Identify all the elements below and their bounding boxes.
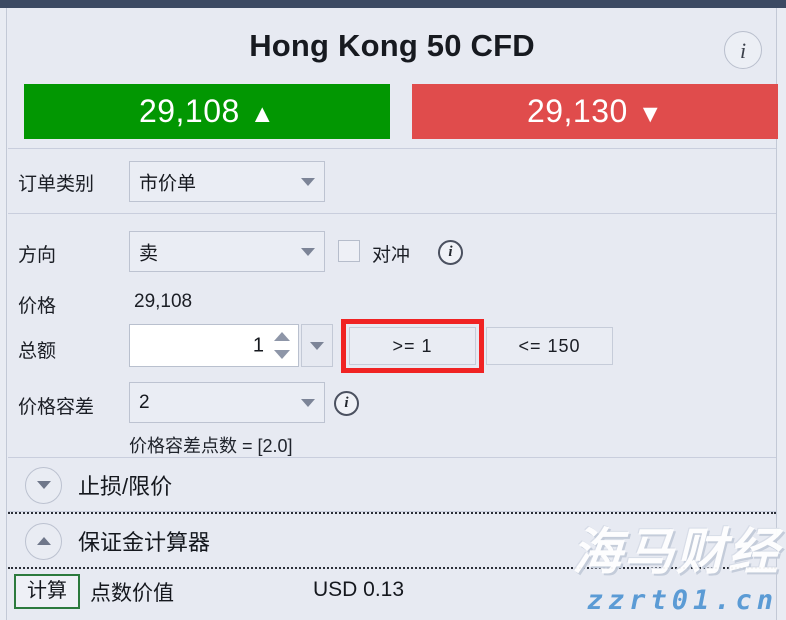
tolerance-label: 价格容差 [18,397,95,418]
stepper-up-icon[interactable] [274,332,290,341]
stepper-down-icon[interactable] [274,350,290,359]
direction-value: 卖 [139,243,159,264]
amount-dropdown-button[interactable] [301,324,333,367]
tolerance-note: 价格容差点数 = [2.0] [129,436,293,456]
order-panel: Hong Kong 50 CFD i 29,108 ▲ 29,130 ▼ 订单类别 … [8,8,778,620]
window-titlebar [0,0,786,8]
amount-value: 1 [252,334,264,356]
tolerance-info-icon[interactable]: i [334,391,359,416]
amount-min-button[interactable]: >= 1 [349,327,476,365]
chevron-down-icon [301,247,315,256]
arrow-down-icon: ▼ [637,100,664,128]
bid-price-button[interactable]: 29,108 ▲ [24,84,390,139]
point-value-amount: USD 0.13 [313,578,405,601]
margin-calculator-label: 保证金计算器 [78,529,211,555]
price-value: 29,108 [134,291,193,312]
order-type-section: 订单类别 市价单 [8,149,776,214]
point-value-row: 计算 点数价值 USD 0.13 [8,569,776,619]
chevron-down-icon [36,481,51,489]
point-value-label: 点数价值 [90,582,174,605]
ask-price-button[interactable]: 29,130 ▼ [412,84,778,139]
chevron-down-icon [301,177,315,186]
tolerance-select[interactable]: 2 [129,382,325,423]
hedge-checkbox[interactable] [338,240,360,262]
chevron-down-icon [310,341,324,350]
hedge-info-icon[interactable]: i [438,240,463,265]
order-type-select[interactable]: 市价单 [129,161,325,202]
margin-calculator-section[interactable]: 保证金计算器 [8,512,776,569]
ask-price-value: 29,130 [526,93,628,129]
arrow-up-icon: ▲ [249,100,276,128]
order-type-label: 订单类别 [18,174,95,195]
chevron-down-icon [301,398,315,407]
instrument-info-icon[interactable]: i [724,31,762,69]
direction-label: 方向 [18,245,57,266]
calculate-button[interactable]: 计算 [14,574,80,609]
bid-price-value: 29,108 [138,93,240,129]
amount-input[interactable]: 1 [129,324,299,367]
instrument-header: Hong Kong 50 CFD i 29,108 ▲ 29,130 ▼ [8,8,778,149]
amount-max-button[interactable]: <= 150 [486,327,613,365]
order-details-section: 方向 卖 对冲 i 价格 29,108 总额 1 >= 1 <= 150 价格容… [8,214,776,458]
trade-ticket-window: Hong Kong 50 CFD i 29,108 ▲ 29,130 ▼ 订单类别 … [0,0,786,620]
tolerance-value: 2 [139,391,150,413]
direction-select[interactable]: 卖 [129,231,325,272]
price-label: 价格 [18,296,57,317]
amount-label: 总额 [18,341,57,362]
collapse-toggle-margin-calculator[interactable] [25,522,62,560]
amount-stepper[interactable] [274,330,290,361]
quote-buttons: 29,108 ▲ 29,130 ▼ [8,84,778,139]
expand-toggle-stop-limit[interactable] [25,466,62,504]
stop-limit-section[interactable]: 止损/限价 [8,458,776,512]
page-title: Hong Kong 50 CFD [249,28,535,63]
stop-limit-label: 止损/限价 [78,473,173,499]
window-left-edge [0,8,7,620]
chevron-up-icon [36,537,51,545]
order-type-value: 市价单 [139,173,197,194]
hedge-label: 对冲 [372,245,411,266]
